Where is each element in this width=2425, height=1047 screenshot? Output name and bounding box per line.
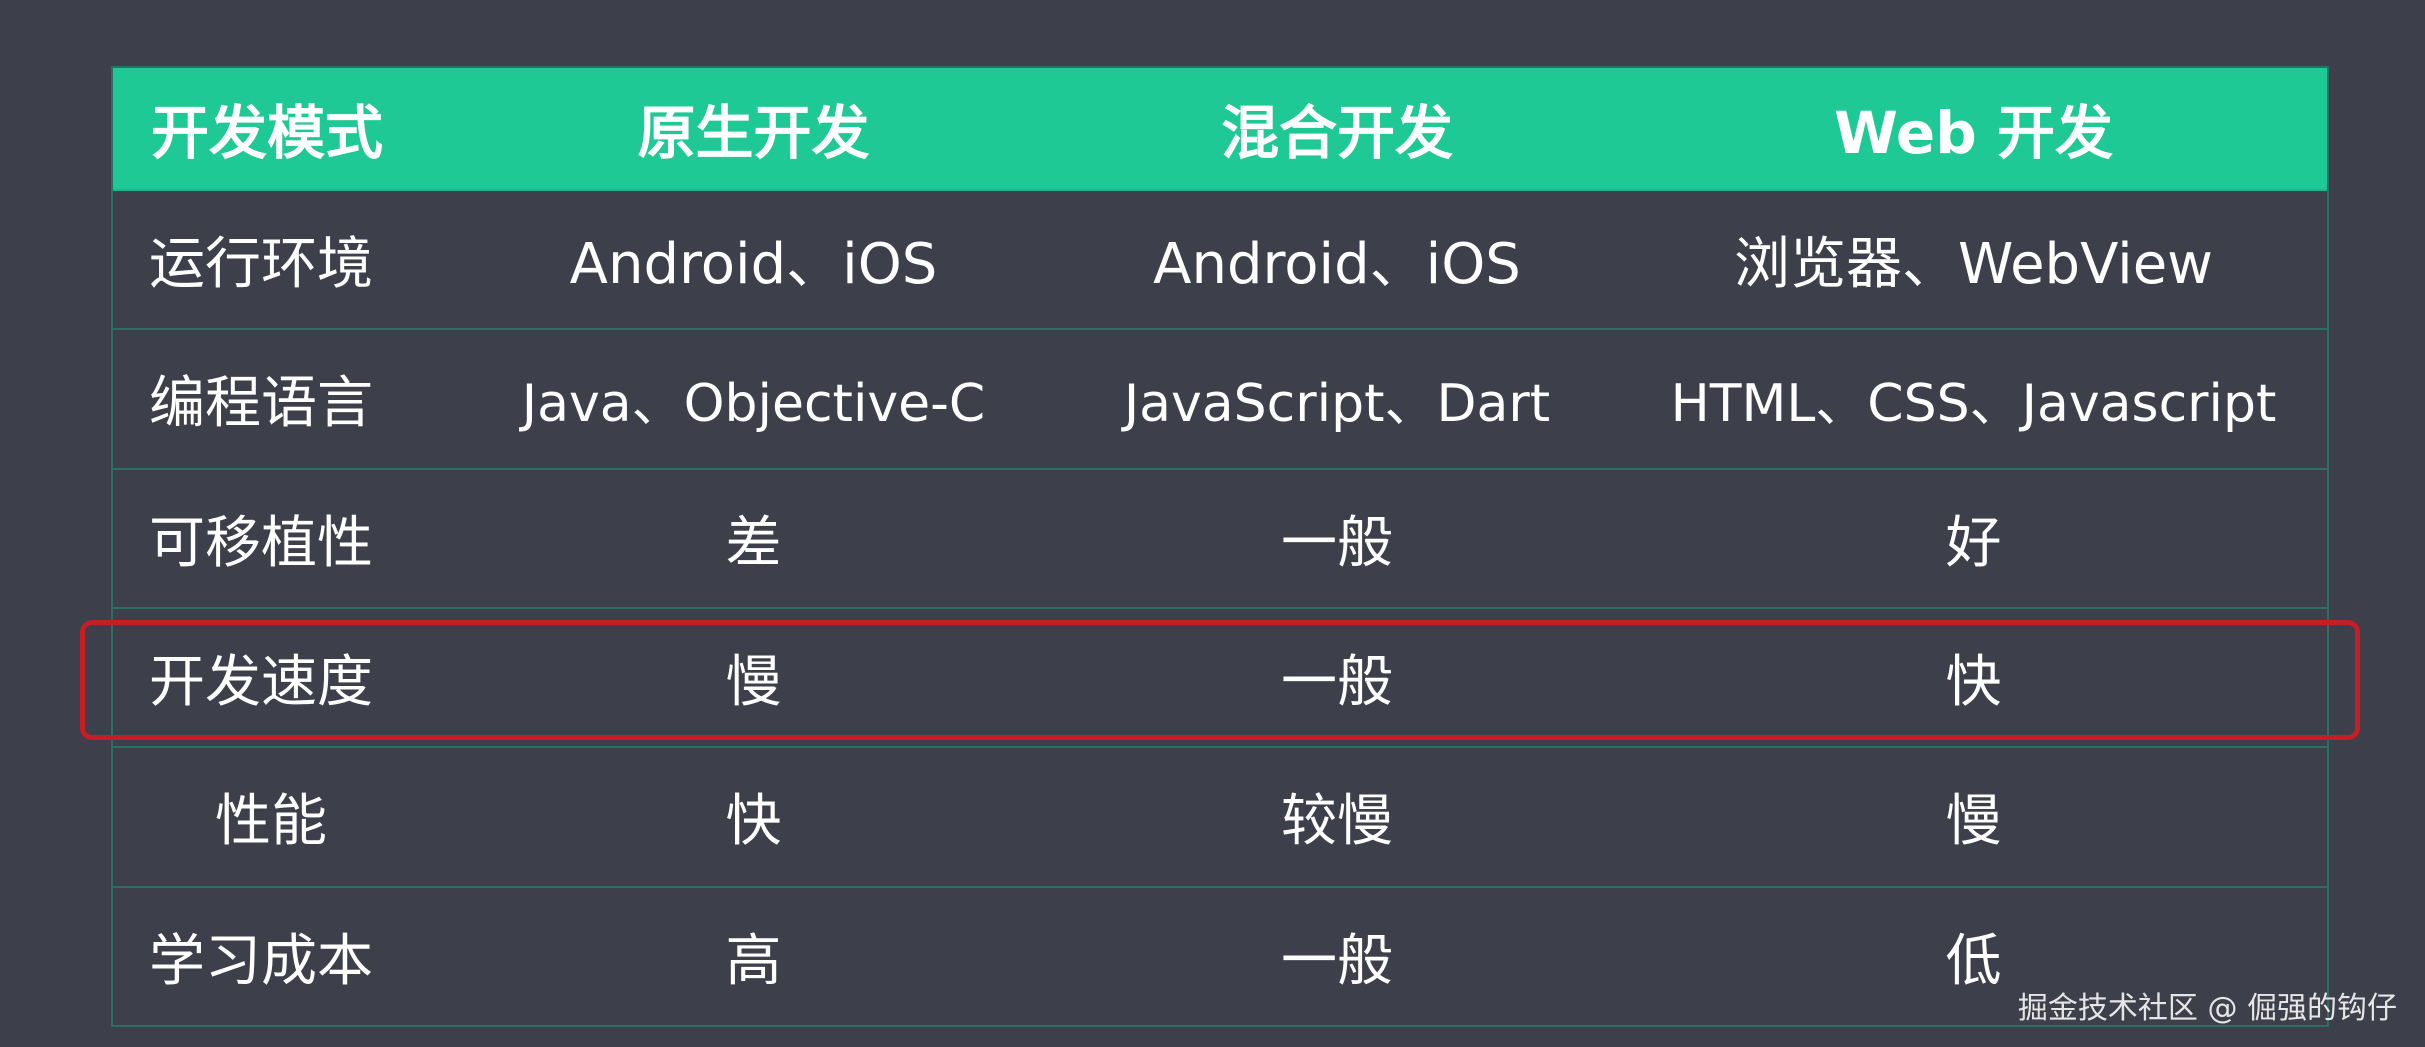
table-row-dev-speed: 开发速度 慢 一般 快	[111, 607, 2329, 749]
table-row-language: 编程语言 Java、Objective-C JavaScript、Dart HT…	[111, 329, 2329, 470]
cell-web: 快	[1618, 607, 2329, 749]
table-row-runtime: 运行环境 Android、iOS Android、iOS 浏览器、WebView	[111, 190, 2329, 331]
header-hybrid: 混合开发	[1056, 66, 1618, 191]
table-row-learning-cost: 学习成本 高 一般 低	[111, 886, 2329, 1028]
cell-hybrid: JavaScript、Dart	[1056, 329, 1618, 470]
cell-hybrid: 一般	[1056, 607, 1618, 749]
row-label: 学习成本	[111, 886, 451, 1028]
cell-hybrid: Android、iOS	[1056, 190, 1618, 331]
comparison-table: 开发模式 原生开发 混合开发 Web 开发 运行环境 Android、iOS A…	[111, 66, 2329, 1028]
cell-web: 慢	[1618, 747, 2329, 888]
cell-hybrid: 一般	[1056, 886, 1618, 1028]
row-label: 编程语言	[111, 329, 451, 470]
table-row-performance: 性能 快 较慢 慢	[111, 747, 2329, 888]
cell-web: HTML、CSS、Javascript	[1618, 329, 2329, 470]
comparison-table-container: 开发模式 原生开发 混合开发 Web 开发 运行环境 Android、iOS A…	[111, 66, 2329, 1028]
row-label: 开发速度	[111, 607, 451, 749]
cell-native: 快	[451, 747, 1056, 888]
table-row-portability: 可移植性 差 一般 好	[111, 468, 2329, 609]
cell-web: 浏览器、WebView	[1618, 190, 2329, 331]
cell-native: Android、iOS	[451, 190, 1056, 331]
cell-hybrid: 一般	[1056, 468, 1618, 609]
table-header-row: 开发模式 原生开发 混合开发 Web 开发	[111, 66, 2329, 191]
cell-native: 慢	[451, 607, 1056, 749]
row-label: 可移植性	[111, 468, 451, 609]
cell-native: 高	[451, 886, 1056, 1028]
cell-web: 好	[1618, 468, 2329, 609]
header-native: 原生开发	[451, 66, 1056, 191]
row-label: 性能	[111, 747, 451, 888]
cell-native: 差	[451, 468, 1056, 609]
header-web: Web 开发	[1618, 66, 2329, 191]
cell-hybrid: 较慢	[1056, 747, 1618, 888]
watermark: 掘金技术社区 @ 倔强的钩仔	[2017, 991, 2397, 1026]
header-dev-mode: 开发模式	[111, 66, 451, 191]
row-label: 运行环境	[111, 190, 451, 331]
cell-native: Java、Objective-C	[451, 329, 1056, 470]
